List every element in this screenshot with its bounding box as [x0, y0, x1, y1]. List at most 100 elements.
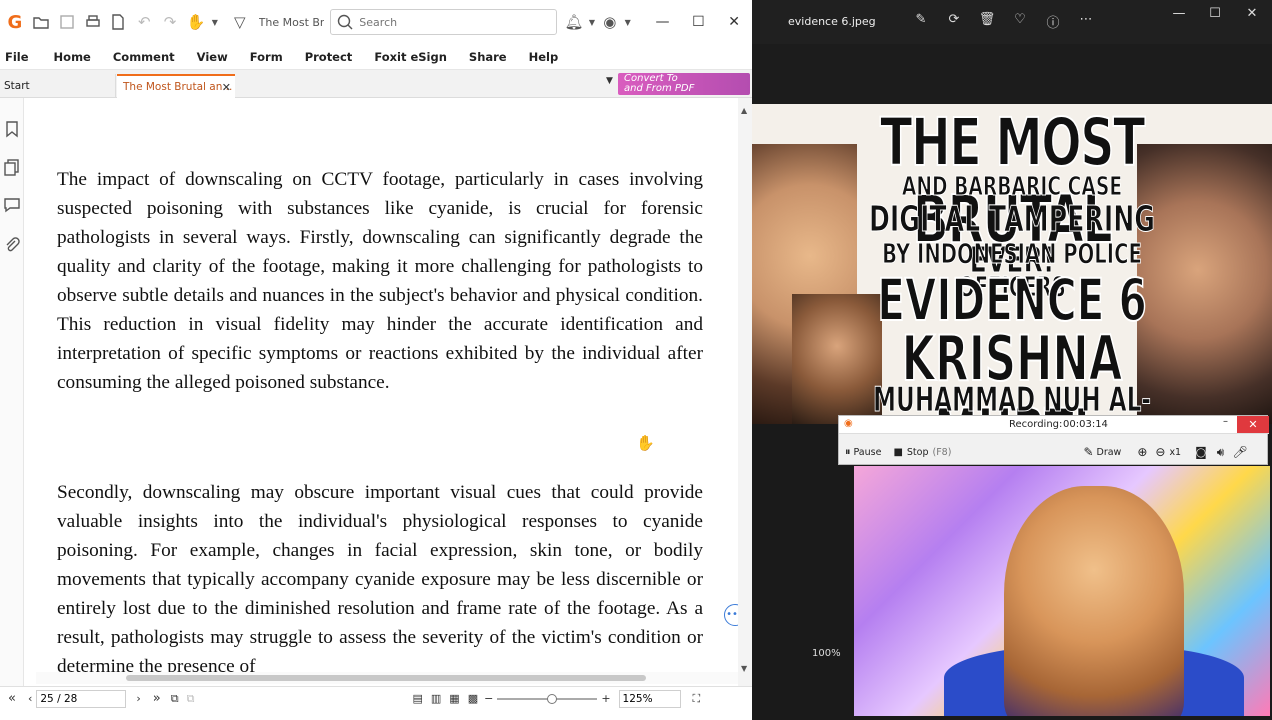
- webcam-icon[interactable]: ◙: [1195, 445, 1207, 459]
- convert-pdf-button[interactable]: Convert To and From PDF: [618, 73, 750, 95]
- redo-icon[interactable]: ↷: [157, 9, 183, 35]
- viewer-close-button[interactable]: ✕: [1243, 6, 1261, 24]
- maximize-button[interactable]: ☐: [680, 0, 716, 44]
- page-number-input[interactable]: [36, 689, 127, 708]
- draw-pen-icon[interactable]: ✎: [1083, 445, 1093, 459]
- last-page-icon[interactable]: »: [153, 691, 161, 706]
- more-options-icon[interactable]: ⋯: [1077, 12, 1095, 30]
- next-page-icon[interactable]: ›: [136, 692, 140, 705]
- horizontal-scrollbar[interactable]: [36, 672, 738, 684]
- menu-file[interactable]: File: [0, 50, 43, 64]
- print-icon[interactable]: [80, 9, 106, 35]
- title-bar: G ↶ ↷ ✋ ▼ ▽ The Most Br... 🔔︎ ▼ ◉ ▼ — ☐ …: [0, 0, 752, 44]
- evidence-image: THE MOST BRUTAL AND BARBARIC CASE DIGITA…: [752, 104, 1272, 424]
- menu-comment[interactable]: Comment: [102, 50, 186, 64]
- chat-assistant-icon[interactable]: •••: [724, 604, 738, 626]
- viewer-zoom-level: 100%: [812, 648, 841, 659]
- recorder-close-button[interactable]: ✕: [1237, 416, 1269, 433]
- zoom-out-icon[interactable]: −: [484, 692, 493, 705]
- hand-tool-icon[interactable]: ✋: [183, 9, 209, 35]
- viewer-maximize-button[interactable]: ☐: [1206, 6, 1224, 24]
- filter-icon[interactable]: ▽: [227, 9, 253, 35]
- recorder-header: ◉ Recording: 00:03:14 – ✕: [839, 416, 1269, 434]
- pause-icon[interactable]: ⏸: [845, 445, 851, 459]
- first-page-icon[interactable]: «: [8, 691, 16, 706]
- menu-form[interactable]: Form: [239, 50, 294, 64]
- menu-home[interactable]: Home: [43, 50, 102, 64]
- edit-image-icon[interactable]: ✎: [912, 12, 930, 30]
- save-icon[interactable]: [54, 9, 80, 35]
- foxit-logo-icon: G: [7, 11, 23, 33]
- zoom-in-icon[interactable]: +: [601, 692, 610, 705]
- scroll-down-icon[interactable]: ▼: [741, 664, 747, 673]
- tab-start[interactable]: Start: [0, 74, 116, 98]
- draw-button[interactable]: Draw: [1097, 447, 1122, 458]
- minimize-button[interactable]: —: [645, 0, 681, 44]
- microphone-icon[interactable]: 🎤︎: [1232, 445, 1247, 459]
- paragraph-1: The impact of downscaling on CCTV footag…: [57, 169, 703, 393]
- continuous-view-icon[interactable]: ▥: [431, 692, 441, 705]
- speaker-icon[interactable]: 🔊︎: [1217, 445, 1225, 460]
- zoom-out-icon[interactable]: ⊖: [1155, 445, 1165, 459]
- two-page-icon[interactable]: ⧉: [171, 692, 179, 706]
- cover-view-icon[interactable]: ▩: [468, 692, 478, 705]
- chevron-down-icon[interactable]: ▼: [209, 9, 221, 35]
- rotate-icon[interactable]: ⧉: [187, 692, 195, 706]
- recording-time: 00:03:14: [1063, 419, 1108, 430]
- stop-button[interactable]: Stop: [907, 447, 929, 458]
- favorite-heart-icon[interactable]: ♡: [1011, 12, 1029, 30]
- status-bar: « ‹ › » ⧉ ⧉ ▤ ▥ ▦ ▩ − + ⛶: [0, 686, 752, 710]
- bookmark-icon[interactable]: [3, 120, 21, 138]
- fit-icon[interactable]: ⛶: [693, 692, 701, 706]
- undo-icon[interactable]: ↶: [131, 9, 157, 35]
- menu-bar: File Home Comment View Form Protect Foxi…: [0, 44, 752, 70]
- menu-share[interactable]: Share: [458, 50, 518, 64]
- scroll-up-icon[interactable]: ▲: [741, 106, 747, 115]
- facing-view-icon[interactable]: ▦: [449, 692, 459, 705]
- screen-recorder-toolbar: ◉ Recording: 00:03:14 – ✕ ⏸ Pause ■ Stop…: [838, 415, 1269, 465]
- menu-protect[interactable]: Protect: [294, 50, 364, 64]
- user-account-icon[interactable]: ◉: [597, 9, 623, 35]
- tab-close-icon[interactable]: ✕: [222, 81, 231, 94]
- recording-label: Recording:: [1009, 419, 1063, 430]
- zoom-in-icon[interactable]: ⊕: [1137, 445, 1147, 459]
- vertical-scrollbar[interactable]: ▲ ▼: [738, 98, 752, 686]
- close-button[interactable]: ✕: [716, 0, 752, 44]
- pages-icon[interactable]: [3, 158, 21, 176]
- foxit-window: G ↶ ↷ ✋ ▼ ▽ The Most Br... 🔔︎ ▼ ◉ ▼ — ☐ …: [0, 0, 752, 720]
- create-doc-icon[interactable]: [105, 9, 131, 35]
- search-box[interactable]: [330, 9, 558, 35]
- single-page-view-icon[interactable]: ▤: [412, 692, 422, 705]
- webcam-overlay: [854, 466, 1270, 716]
- convert-line2: and From PDF: [624, 83, 695, 94]
- tab-start-label: Start: [4, 80, 30, 92]
- search-icon: [338, 14, 353, 30]
- chevron-down-icon[interactable]: ▼: [623, 9, 633, 35]
- info-icon[interactable]: ⓘ: [1044, 12, 1062, 31]
- open-folder-icon[interactable]: [28, 9, 54, 35]
- zoom-slider[interactable]: [497, 693, 598, 704]
- tab-list-chevron-icon[interactable]: ▼: [606, 76, 613, 86]
- viewer-minimize-button[interactable]: —: [1170, 6, 1188, 24]
- doc-title: The Most Br...: [258, 15, 325, 29]
- tab-document[interactable]: The Most Brutal an... ✕: [117, 74, 235, 98]
- comment-icon[interactable]: [3, 196, 21, 214]
- paragraph-2: Secondly, downscaling may obscure import…: [57, 482, 703, 677]
- pause-button[interactable]: Pause: [854, 447, 882, 458]
- menu-view[interactable]: View: [186, 50, 239, 64]
- delete-icon[interactable]: 🗑︎: [978, 12, 996, 30]
- bell-icon[interactable]: 🔔︎: [561, 9, 587, 35]
- stop-icon[interactable]: ■: [893, 447, 902, 458]
- zoom-select[interactable]: [618, 689, 681, 708]
- rotate-image-icon[interactable]: ⟳: [945, 12, 963, 30]
- horizontal-scroll-thumb[interactable]: [126, 675, 646, 681]
- chevron-down-icon[interactable]: ▼: [587, 9, 597, 35]
- attachment-icon[interactable]: [3, 236, 21, 254]
- search-input[interactable]: [359, 15, 540, 29]
- left-panel: ▶: [0, 98, 35, 686]
- recorder-minimize-button[interactable]: –: [1223, 416, 1228, 427]
- prev-page-icon[interactable]: ‹: [28, 692, 32, 705]
- zoom-slider-knob[interactable]: [547, 693, 558, 704]
- menu-foxit-esign[interactable]: Foxit eSign: [363, 50, 458, 64]
- menu-help[interactable]: Help: [518, 50, 570, 64]
